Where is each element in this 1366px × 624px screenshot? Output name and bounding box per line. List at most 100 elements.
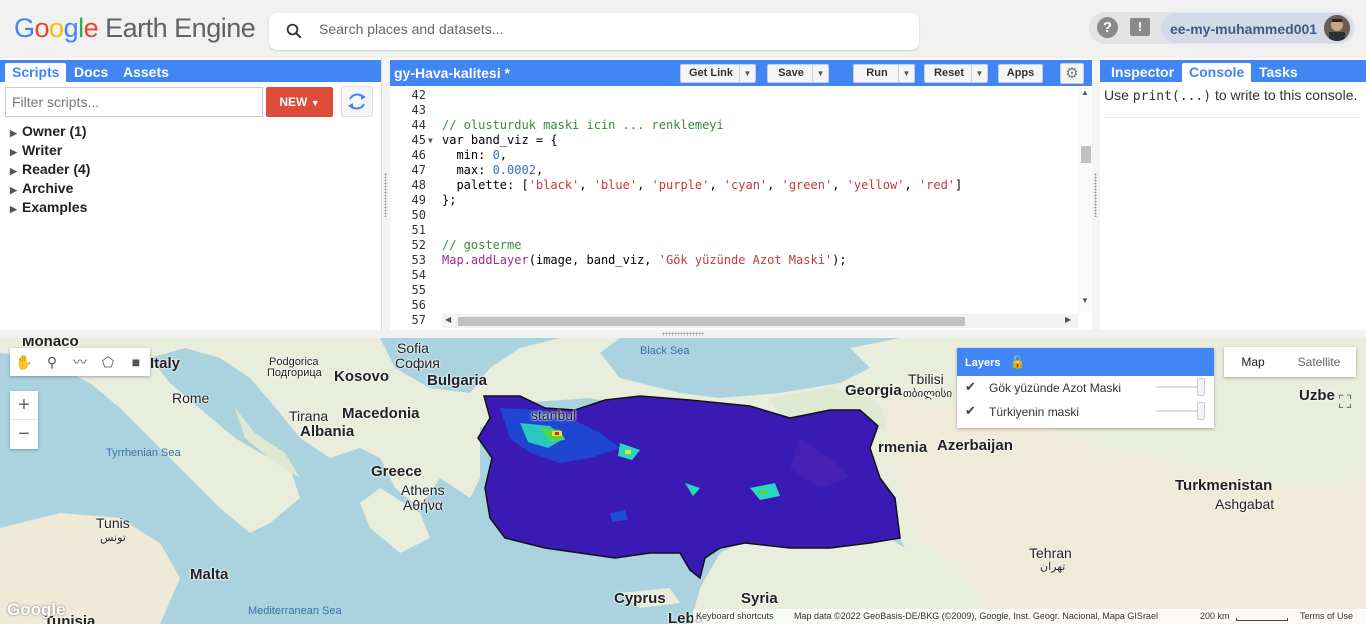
line-number: 46 [411,148,426,162]
fullscreen-icon[interactable]: ⛶ [1333,390,1357,414]
tree-item-archive[interactable]: ▶ Archive [10,180,90,199]
slider-handle[interactable] [1197,378,1205,396]
console-hint-pre: Use [1104,87,1133,103]
map-type-map-button[interactable]: Map [1224,347,1282,377]
layers-header[interactable]: Layers 🔓 [957,348,1214,376]
map-label: Turkmenistan [1175,477,1273,494]
earth-engine-logo[interactable]: Google Earth Engine [14,13,256,44]
map-label: Albania [300,423,355,440]
caret-down-icon: ▼ [310,98,320,108]
zoom-out-button[interactable]: − [10,420,38,449]
feedback-icon[interactable]: ! [1130,18,1150,36]
hand-pan-icon[interactable]: ✋ [14,352,34,372]
layer-checkbox[interactable]: ✔ [965,380,979,394]
console-hint-post: to write to this console. [1211,87,1358,103]
line-number: 45 [411,133,426,147]
scroll-down-icon[interactable]: ▼ [1081,296,1089,305]
tree-item-examples[interactable]: ▶ Examples [10,199,90,218]
code-function: Map.addLayer [442,253,529,267]
map-label: Syria [741,590,778,607]
rectangle-icon[interactable]: ■ [126,352,146,372]
editor-horizontal-scrollbar[interactable]: ◀ ▶ [442,314,1078,328]
tree-item-owner[interactable]: ▶ Owner (1) [10,123,90,142]
reset-button[interactable]: Reset ▼ [924,64,988,83]
map-splitter[interactable] [0,330,1366,338]
new-button-label: NEW [279,95,308,109]
unlock-icon[interactable]: 🔓 [1010,355,1025,369]
map-label: Malta [190,566,229,583]
map-label: Mediterranean Sea [248,605,342,617]
polyline-icon[interactable]: 〰 [70,352,90,372]
tab-docs[interactable]: Docs [67,63,115,82]
tab-scripts[interactable]: Scripts [5,63,67,82]
map-label: София [395,355,440,371]
tab-console[interactable]: Console [1182,63,1252,82]
chevron-down-icon[interactable]: ▼ [739,65,755,82]
script-title: gy-Hava-kalitesi * [394,65,510,81]
map-label: Uzbe [1299,387,1335,404]
tab-inspector[interactable]: Inspector [1104,63,1181,82]
map-view[interactable]: Monaco Italy Rome Tyrrhenian Sea Tunis ت… [0,338,1366,624]
code-string: 'cyan' [723,178,768,192]
line-number: 51 [411,223,426,237]
map-label: Sofia [397,340,429,356]
tab-assets[interactable]: Assets [116,63,176,82]
avatar[interactable] [1324,15,1350,41]
google-wordmark: Google [14,13,99,43]
map-label: Italy [150,355,181,372]
filter-scripts-field[interactable] [5,87,263,117]
map-label: تونس [100,532,126,544]
opacity-slider[interactable] [1156,386,1201,388]
get-link-button[interactable]: Get Link ▼ [680,64,756,83]
line-number: 53 [411,253,426,267]
marker-icon[interactable]: ⚲ [42,352,62,372]
search-input[interactable] [319,21,899,37]
left-splitter[interactable] [382,58,390,330]
tab-tasks[interactable]: Tasks [1252,63,1305,82]
chevron-down-icon[interactable]: ▼ [971,65,987,82]
run-button[interactable]: Run ▼ [853,64,915,83]
new-button[interactable]: NEW ▼ [266,87,333,117]
map-label: Kosovo [334,368,390,385]
scroll-thumb[interactable] [458,317,965,326]
scroll-up-icon[interactable]: ▲ [1081,88,1089,97]
polygon-icon[interactable]: ⬠ [98,352,118,372]
zoom-in-button[interactable]: + [10,391,38,420]
chevron-down-icon[interactable]: ▼ [812,65,828,82]
search-box[interactable] [269,13,919,50]
keyboard-shortcuts-link[interactable]: Keyboard shortcuts [696,611,774,621]
map-label: Cyprus [614,590,666,607]
layer-checkbox[interactable]: ✔ [965,404,979,418]
code-text: // olusturduk maski icin ... renklemeyi [442,118,724,132]
slider-handle[interactable] [1197,402,1205,420]
editor-vertical-scrollbar[interactable]: ▲ ▼ [1078,88,1092,312]
fold-arrow-icon[interactable]: ▼ [428,133,433,148]
map-label: Tyrrhenian Sea [106,447,181,459]
layer-row: ✔ Türkiyenin maski [957,400,1214,424]
right-splitter[interactable] [1092,58,1100,330]
top-header: GoogleEarth Engine ? ! ee-my-muhammed001 [0,0,1366,58]
opacity-slider[interactable] [1156,410,1201,412]
scroll-left-icon[interactable]: ◀ [445,315,451,324]
help-icon[interactable]: ? [1097,17,1118,38]
scroll-thumb[interactable] [1081,146,1091,163]
line-number: 50 [411,208,426,222]
zoom-control: + − [10,391,38,449]
user-area: ? ! ee-my-muhammed001 [1089,12,1355,44]
refresh-button[interactable] [341,86,373,117]
tree-item-writer[interactable]: ▶ Writer [10,142,90,161]
map-label: Rome [172,390,210,406]
account-chip[interactable]: ee-my-muhammed001 [1161,13,1353,43]
filter-scripts-input[interactable] [6,88,262,116]
scroll-right-icon[interactable]: ▶ [1065,315,1071,324]
save-button[interactable]: Save ▼ [767,64,829,83]
chevron-down-icon[interactable]: ▼ [898,65,914,82]
map-type-satellite-button[interactable]: Satellite [1282,347,1356,377]
code-text: // gosterme [442,238,522,252]
tree-item-reader[interactable]: ▶ Reader (4) [10,161,90,180]
terms-link[interactable]: Terms of Use [1300,611,1353,621]
apps-button[interactable]: Apps [998,64,1043,83]
code-area[interactable]: 42 43 44 // olusturduk maski icin ... ren… [390,88,1078,328]
map-label: Azerbaijan [937,437,1013,454]
gear-icon[interactable]: ⚙ [1060,63,1084,84]
